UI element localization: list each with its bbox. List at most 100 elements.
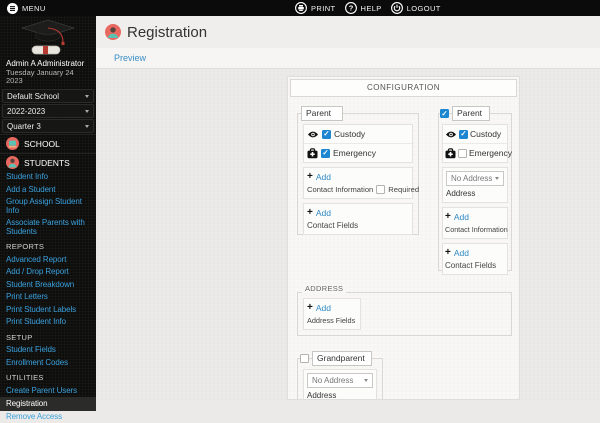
tab-preview[interactable]: Preview <box>114 53 146 63</box>
grandparent-legend: ✓ Grandparent <box>300 351 372 366</box>
add-link-label: Add <box>316 303 331 313</box>
add-contact-information-button[interactable]: + Add <box>304 168 412 183</box>
app-window: MENU PRINT ? HELP LOGOUT <box>0 0 600 400</box>
grandparent-legend-label[interactable]: Grandparent <box>312 351 372 366</box>
sidebar-item-print-student-labels[interactable]: Print Student Labels <box>0 304 96 317</box>
add-contact-fields-button[interactable]: + Add <box>443 244 507 259</box>
custody-row: ✓ Custody <box>304 125 412 143</box>
contact-fields-label: Contact Fields <box>445 261 496 270</box>
tab-bar: Preview <box>96 48 600 69</box>
logout-button[interactable]: LOGOUT <box>391 2 441 14</box>
eye-icon <box>307 130 319 139</box>
contact-information-row: Contact Information <box>443 223 507 238</box>
sidebar-item-enrollment-codes[interactable]: Enrollment Codes <box>0 357 96 370</box>
parent-left-legend: Parent <box>301 106 343 121</box>
contact-fields-row: Contact Fields <box>304 219 412 234</box>
sidebar: Admin A Administrator Tuesday January 24… <box>0 16 96 400</box>
add-contact-fields-button[interactable]: + Add <box>304 204 412 219</box>
sidebar-item-school[interactable]: SCHOOL <box>0 134 96 152</box>
sidebar-section-setup: SETUP <box>0 329 96 345</box>
menu-button[interactable]: MENU <box>7 0 46 16</box>
chevron-down-icon <box>495 177 499 180</box>
school-select[interactable]: Default School <box>2 89 94 103</box>
sidebar-item-add-drop-report[interactable]: Add / Drop Report <box>0 266 96 279</box>
add-contact-information-button[interactable]: + Add <box>443 208 507 223</box>
parent-enabled-checkbox[interactable]: ✓ <box>440 109 449 118</box>
parent-left-permissions-box: ✓ Custody ✓ Emergency <box>303 124 413 163</box>
svg-text:?: ? <box>348 4 353 13</box>
sidebar-item-remove-access[interactable]: Remove Access <box>0 411 96 423</box>
emergency-label: Emergency <box>333 148 376 158</box>
eye-icon <box>445 130 457 139</box>
chevron-down-icon <box>85 110 89 113</box>
sidebar-item-registration[interactable]: Registration <box>0 397 96 411</box>
contact-information-box: + Add Contact Information <box>442 207 508 239</box>
sidebar-item-print-student-info[interactable]: Print Student Info <box>0 316 96 329</box>
print-button[interactable]: PRINT <box>295 2 336 14</box>
add-link-label: Add <box>316 172 331 182</box>
emergency-checkbox[interactable]: ✓ <box>321 149 330 158</box>
address-select-box: No Address Address <box>442 167 508 203</box>
parent-right-fieldset: ✓ Parent ✓ Custody ✓ Emergency <box>438 113 512 271</box>
help-label: HELP <box>361 4 382 13</box>
add-address-fields-button[interactable]: + Add <box>304 299 360 314</box>
term-select[interactable]: Quarter 3 <box>2 119 94 133</box>
parent-left-legend-label[interactable]: Parent <box>301 106 343 121</box>
required-checkbox[interactable]: ✓ <box>376 185 385 194</box>
plus-icon: + <box>445 249 451 257</box>
sidebar-item-group-assign-student-info[interactable]: Group Assign Student Info <box>0 196 96 217</box>
sidebar-item-student-breakdown[interactable]: Student Breakdown <box>0 279 96 292</box>
address-fieldset-legend: ADDRESS <box>302 284 346 293</box>
plus-icon: + <box>307 304 313 312</box>
address-label: Address <box>443 189 507 202</box>
address-fields-label: Address Fields <box>307 316 355 325</box>
first-aid-kit-icon <box>307 148 318 159</box>
school-icon <box>6 137 19 150</box>
plus-icon: + <box>445 213 451 221</box>
help-button[interactable]: ? HELP <box>345 2 382 14</box>
chevron-down-icon <box>85 125 89 128</box>
sidebar-section-reports: REPORTS <box>0 238 96 254</box>
address-select[interactable]: No Address <box>446 171 504 186</box>
contact-fields-box: + Add Contact Fields <box>442 243 508 275</box>
term-select-value: Quarter 3 <box>7 122 41 131</box>
logout-label: LOGOUT <box>407 4 441 13</box>
plus-icon: + <box>307 209 313 217</box>
address-fields-row: Address Fields <box>304 314 360 329</box>
page-title: Registration <box>127 24 207 41</box>
grandparent-enabled-checkbox[interactable]: ✓ <box>300 354 309 363</box>
chevron-down-icon <box>85 95 89 98</box>
students-icon <box>6 156 19 169</box>
custody-row: ✓ Custody <box>443 125 507 143</box>
sidebar-header-label: SCHOOL <box>24 139 60 149</box>
configuration-panel-title: CONFIGURATION <box>290 79 517 97</box>
sidebar-item-print-letters[interactable]: Print Letters <box>0 291 96 304</box>
grandparent-address-select[interactable]: No Address <box>307 373 373 388</box>
sidebar-item-student-info[interactable]: Student Info <box>0 171 96 184</box>
menu-label: MENU <box>22 4 46 13</box>
sidebar-item-student-fields[interactable]: Student Fields <box>0 344 96 357</box>
sidebar-item-add-a-student[interactable]: Add a Student <box>0 184 96 197</box>
address-label: Address <box>304 391 376 400</box>
page-header: Registration <box>96 16 600 48</box>
custody-checkbox[interactable]: ✓ <box>322 130 331 139</box>
sidebar-item-advanced-report[interactable]: Advanced Report <box>0 254 96 267</box>
parent-right-permissions-box: ✓ Custody ✓ Emergency <box>442 124 508 163</box>
add-link-label: Add <box>454 212 469 222</box>
custody-checkbox[interactable]: ✓ <box>459 130 468 139</box>
school-select-value: Default School <box>7 92 59 101</box>
sidebar-item-associate-parents[interactable]: Associate Parents with Students <box>0 217 96 238</box>
add-link-label: Add <box>316 208 331 218</box>
hamburger-menu-icon <box>7 3 18 14</box>
parent-right-legend-label[interactable]: Parent <box>452 106 490 121</box>
year-select[interactable]: 2022-2023 <box>2 104 94 118</box>
topbar-actions: PRINT ? HELP LOGOUT <box>295 0 441 16</box>
contact-information-label: Contact Information <box>445 225 508 234</box>
sidebar-item-students[interactable]: STUDENTS <box>0 153 96 171</box>
parent-right-legend: ✓ Parent <box>440 106 490 121</box>
address-fieldset: ADDRESS + Add Address Fields <box>297 292 512 336</box>
sidebar-item-create-parent-users[interactable]: Create Parent Users <box>0 385 96 398</box>
emergency-row: ✓ Emergency <box>443 143 507 162</box>
registration-page-icon <box>105 24 121 40</box>
emergency-checkbox[interactable]: ✓ <box>458 149 467 158</box>
